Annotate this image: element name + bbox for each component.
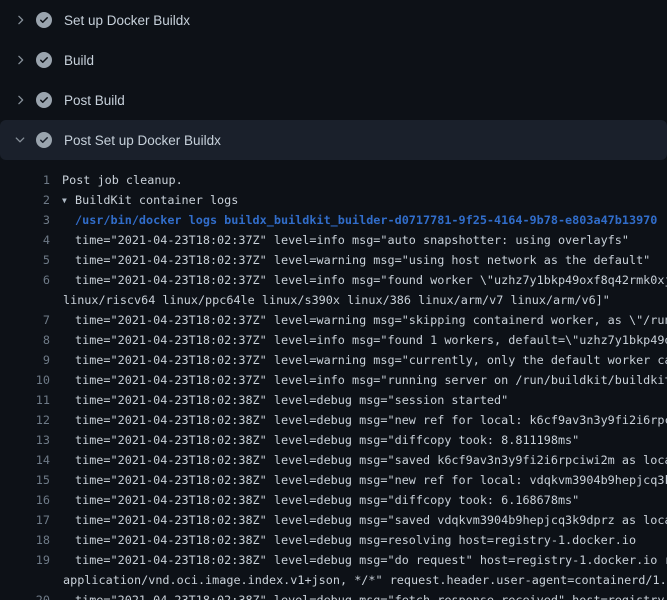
log-row: 14 time="2021-04-23T18:02:38Z" level=deb… <box>0 450 667 470</box>
log-text: time="2021-04-23T18:02:37Z" level=warnin… <box>50 310 667 330</box>
chevron-down-icon <box>12 132 28 148</box>
line-number[interactable]: 8 <box>0 330 50 350</box>
step-title: Set up Docker Buildx <box>64 13 190 28</box>
log-row: 20 time="2021-04-23T18:02:38Z" level=deb… <box>0 590 667 600</box>
log-row: application/vnd.oci.image.index.v1+json,… <box>0 570 667 590</box>
chevron-right-icon <box>12 12 28 28</box>
log-row: 10 time="2021-04-23T18:02:37Z" level=inf… <box>0 370 667 390</box>
line-number[interactable]: 13 <box>0 430 50 450</box>
log-text: time="2021-04-23T18:02:38Z" level=debug … <box>50 490 579 510</box>
log-row: 4 time="2021-04-23T18:02:37Z" level=info… <box>0 230 667 250</box>
chevron-right-icon <box>12 92 28 108</box>
actions-log-panel: Set up Docker Buildx Build Post Build Po… <box>0 0 667 600</box>
step-row-build[interactable]: Build <box>0 40 667 80</box>
log-text: time="2021-04-23T18:02:37Z" level=info m… <box>50 330 667 350</box>
check-circle-icon <box>36 52 52 68</box>
log-text: time="2021-04-23T18:02:38Z" level=debug … <box>50 430 579 450</box>
log-row: 9 time="2021-04-23T18:02:37Z" level=warn… <box>0 350 667 370</box>
line-number[interactable]: 10 <box>0 370 50 390</box>
log-row: 11 time="2021-04-23T18:02:38Z" level=deb… <box>0 390 667 410</box>
check-circle-icon <box>36 12 52 28</box>
line-number[interactable]: 7 <box>0 310 50 330</box>
log-text: time="2021-04-23T18:02:38Z" level=debug … <box>50 590 667 600</box>
line-number[interactable]: 18 <box>0 530 50 550</box>
log-row: linux/riscv64 linux/ppc64le linux/s390x … <box>0 290 667 310</box>
log-text: linux/riscv64 linux/ppc64le linux/s390x … <box>50 290 610 310</box>
log-row: 17 time="2021-04-23T18:02:38Z" level=deb… <box>0 510 667 530</box>
log-row: 7 time="2021-04-23T18:02:37Z" level=warn… <box>0 310 667 330</box>
log-row: 3 /usr/bin/docker logs buildx_buildkit_b… <box>0 210 667 230</box>
log-row: 15 time="2021-04-23T18:02:38Z" level=deb… <box>0 470 667 490</box>
log-text: time="2021-04-23T18:02:38Z" level=debug … <box>50 450 667 470</box>
log-text: Post job cleanup. <box>50 170 183 190</box>
step-row-post-build[interactable]: Post Build <box>0 80 667 120</box>
log-row: 2 ▼BuildKit container logs <box>0 190 667 210</box>
line-number[interactable]: 11 <box>0 390 50 410</box>
log-row: 12 time="2021-04-23T18:02:38Z" level=deb… <box>0 410 667 430</box>
log-row: 19 time="2021-04-23T18:02:38Z" level=deb… <box>0 550 667 570</box>
step-title: Build <box>64 53 94 68</box>
log-text: time="2021-04-23T18:02:38Z" level=debug … <box>50 530 636 550</box>
log-row: 8 time="2021-04-23T18:02:37Z" level=info… <box>0 330 667 350</box>
line-number[interactable]: 19 <box>0 550 50 570</box>
log-text: time="2021-04-23T18:02:37Z" level=warnin… <box>50 250 650 270</box>
command-text: /usr/bin/docker logs buildx_buildkit_bui… <box>50 210 657 230</box>
line-number[interactable]: 17 <box>0 510 50 530</box>
chevron-right-icon <box>12 52 28 68</box>
log-text: time="2021-04-23T18:02:38Z" level=debug … <box>50 550 667 570</box>
line-number[interactable]: 16 <box>0 490 50 510</box>
steps-list: Set up Docker Buildx Build Post Build Po… <box>0 0 667 160</box>
log-text: time="2021-04-23T18:02:38Z" level=debug … <box>50 510 667 530</box>
log-text: time="2021-04-23T18:02:38Z" level=debug … <box>50 410 667 430</box>
log-text: time="2021-04-23T18:02:37Z" level=warnin… <box>50 350 667 370</box>
step-row-set-up-docker-buildx[interactable]: Set up Docker Buildx <box>0 0 667 40</box>
log-text: time="2021-04-23T18:02:37Z" level=info m… <box>50 230 629 250</box>
line-number[interactable]: 14 <box>0 450 50 470</box>
line-number[interactable]: 6 <box>0 270 50 290</box>
line-number[interactable]: 9 <box>0 350 50 370</box>
group-label[interactable]: BuildKit container logs <box>75 193 238 207</box>
log-lines: 1 Post job cleanup. 2 ▼BuildKit containe… <box>0 160 667 600</box>
log-row: 5 time="2021-04-23T18:02:37Z" level=warn… <box>0 250 667 270</box>
log-row: 6 time="2021-04-23T18:02:37Z" level=info… <box>0 270 667 290</box>
log-text: time="2021-04-23T18:02:38Z" level=debug … <box>50 390 508 410</box>
log-text: time="2021-04-23T18:02:38Z" level=debug … <box>50 470 667 490</box>
line-number[interactable]: 15 <box>0 470 50 490</box>
line-number[interactable]: 20 <box>0 590 50 600</box>
log-text: ▼BuildKit container logs <box>50 190 238 210</box>
step-title: Post Build <box>64 93 125 108</box>
log-row: 13 time="2021-04-23T18:02:38Z" level=deb… <box>0 430 667 450</box>
line-number[interactable]: 1 <box>0 170 50 190</box>
log-text: application/vnd.oci.image.index.v1+json,… <box>50 570 667 590</box>
log-row: 18 time="2021-04-23T18:02:38Z" level=deb… <box>0 530 667 550</box>
line-number[interactable]: 3 <box>0 210 50 230</box>
check-circle-icon <box>36 132 52 148</box>
log-text: time="2021-04-23T18:02:37Z" level=info m… <box>50 270 667 290</box>
line-number[interactable]: 5 <box>0 250 50 270</box>
step-row-post-set-up-docker-buildx[interactable]: Post Set up Docker Buildx <box>0 120 667 160</box>
log-text: time="2021-04-23T18:02:37Z" level=info m… <box>50 370 667 390</box>
check-circle-icon <box>36 92 52 108</box>
log-row: 16 time="2021-04-23T18:02:38Z" level=deb… <box>0 490 667 510</box>
line-number[interactable]: 2 <box>0 190 50 210</box>
step-title: Post Set up Docker Buildx <box>64 133 221 148</box>
log-row: 1 Post job cleanup. <box>0 170 667 190</box>
line-number[interactable]: 4 <box>0 230 50 250</box>
line-number[interactable]: 12 <box>0 410 50 430</box>
triangle-down-icon[interactable]: ▼ <box>62 191 75 210</box>
